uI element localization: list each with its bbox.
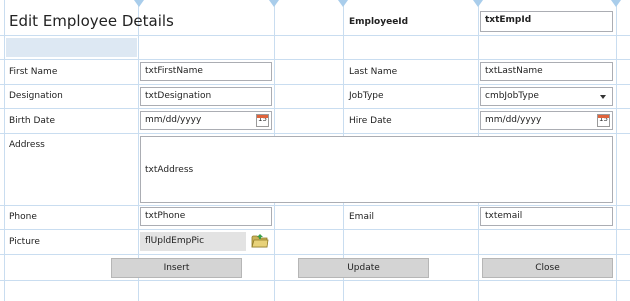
calendar-icon[interactable]: 15 [256,114,269,127]
column-marker [134,0,144,7]
last-name-label: Last Name [349,67,398,77]
birth-date-field[interactable]: mm/dd/yyyy 15 [140,111,272,130]
address-field[interactable]: txtAddress [140,136,613,203]
message-area [6,38,137,57]
job-type-label: JobType [349,91,384,101]
designation-field[interactable]: txtDesignation [140,87,272,106]
calendar-icon[interactable]: 15 [597,114,610,127]
column-marker [269,0,279,7]
insert-button[interactable]: Insert [111,258,242,278]
email-label: Email [349,212,374,222]
first-name-label: First Name [9,67,58,77]
chevron-down-icon[interactable] [600,95,606,99]
column-marker [611,0,621,7]
employee-id-label: EmployeeId [349,17,409,27]
first-name-field[interactable]: txtFirstName [140,62,272,81]
employee-id-field[interactable]: txtEmpId [480,11,613,32]
picture-upload-field[interactable]: flUpldEmpPic [140,232,246,251]
birth-date-placeholder: mm/dd/yyyy [145,115,202,125]
phone-label: Phone [9,212,37,222]
page-title: Edit Employee Details [9,12,174,30]
close-button[interactable]: Close [482,258,613,278]
address-label: Address [9,140,45,150]
birth-date-label: Birth Date [9,116,55,126]
job-type-select[interactable]: cmbJobType [480,87,613,106]
job-type-value: cmbJobType [485,91,539,101]
folder-icon[interactable] [251,233,269,249]
designation-label: Designation [9,91,63,101]
update-button[interactable]: Update [298,258,429,278]
picture-label: Picture [9,237,40,247]
hire-date-field[interactable]: mm/dd/yyyy 15 [480,111,613,130]
column-marker [338,0,348,7]
column-marker [473,0,483,7]
email-field[interactable]: txtemail [480,207,613,226]
hire-date-placeholder: mm/dd/yyyy [485,115,542,125]
last-name-field[interactable]: txtLastName [480,62,613,81]
hire-date-label: Hire Date [349,116,392,126]
phone-field[interactable]: txtPhone [140,207,272,226]
